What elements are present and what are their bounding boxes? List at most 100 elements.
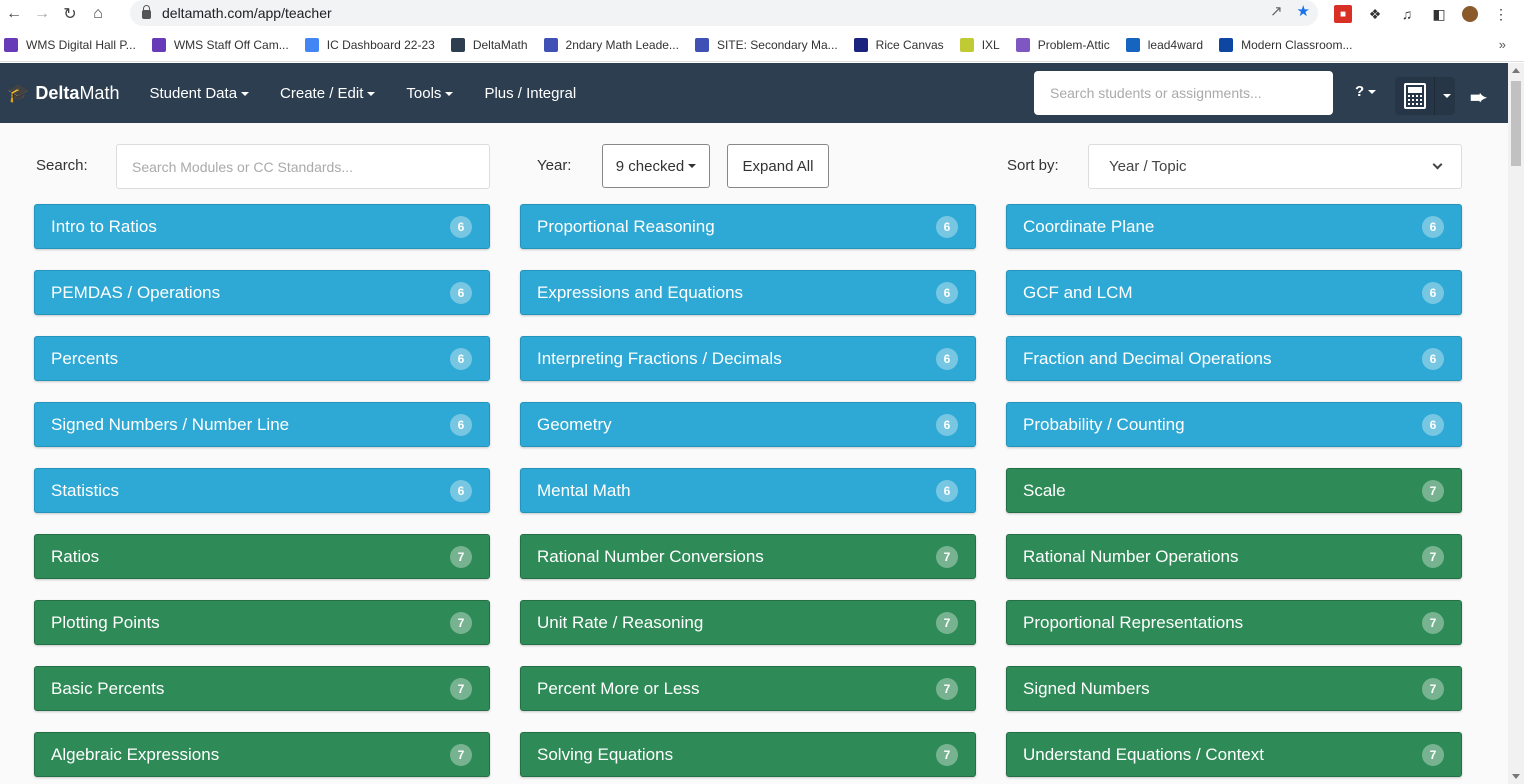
caret-down-icon (367, 91, 376, 96)
scrollbar-thumb[interactable] (1511, 81, 1521, 166)
page-scrollbar[interactable] (1508, 63, 1524, 784)
module-search-input[interactable] (116, 144, 490, 189)
bookmark-item[interactable]: WMS Staff Off Cam... (151, 37, 289, 52)
expand-all-button[interactable]: Expand All (727, 144, 829, 188)
module-name: PEMDAS / Operations (51, 282, 221, 302)
bookmark-favicon-icon (853, 37, 868, 52)
bookmark-favicon-icon (450, 37, 465, 52)
module-tile[interactable]: Geometry 6 (520, 402, 976, 447)
module-tile[interactable]: Scale 7 (1006, 468, 1462, 513)
module-tile[interactable]: GCF and LCM 6 (1006, 270, 1462, 315)
bookmark-item[interactable]: SITE: Secondary Ma... (694, 37, 838, 52)
module-tile[interactable]: Solving Equations 7 (520, 732, 976, 777)
module-tile[interactable]: Ratios 7 (34, 534, 490, 579)
graduation-cap-icon: 🎓 (7, 82, 30, 103)
module-tile[interactable]: Proportional Representations 7 (1006, 600, 1462, 645)
bookmark-star-icon[interactable]: ★ (1297, 2, 1310, 20)
nav-link-create-edit[interactable]: Create / Edit (280, 85, 376, 102)
nav-link-label: Tools (406, 84, 442, 102)
bookmark-favicon-icon (543, 37, 558, 52)
more-bookmarks-button[interactable]: » (1499, 37, 1506, 52)
module-tile[interactable]: PEMDAS / Operations 6 (34, 270, 490, 315)
extensions-puzzle-icon[interactable]: ❖ (1366, 5, 1384, 23)
student-assignment-search-input[interactable] (1034, 71, 1333, 115)
bookmark-item[interactable]: IC Dashboard 22-23 (304, 37, 435, 52)
module-tile[interactable]: Intro to Ratios 6 (34, 204, 490, 249)
grade-year-badge: 6 (450, 347, 472, 370)
module-tile[interactable]: Rational Number Conversions 7 (520, 534, 976, 579)
module-tile[interactable]: Coordinate Plane 6 (1006, 204, 1462, 249)
grade-year-badge: 7 (1422, 677, 1444, 700)
module-tile[interactable]: Proportional Reasoning 6 (520, 204, 976, 249)
module-tile[interactable]: Plotting Points 7 (34, 600, 490, 645)
module-tile[interactable]: Signed Numbers 7 (1006, 666, 1462, 711)
module-name: GCF and LCM (1023, 282, 1133, 302)
bookmark-item[interactable]: lead4ward (1125, 37, 1203, 52)
grade-year-badge: 7 (1422, 479, 1444, 502)
grade-year-badge: 7 (1422, 545, 1444, 568)
bookmark-item[interactable]: 2ndary Math Leade... (543, 37, 679, 52)
caret-down-icon (241, 91, 250, 96)
sort-by-select[interactable]: Year / Topic (1088, 144, 1462, 189)
nav-link-student-data[interactable]: Student Data (149, 85, 250, 102)
module-tile[interactable]: Statistics 6 (34, 468, 490, 513)
module-tile[interactable]: Probability / Counting 6 (1006, 402, 1462, 447)
module-tile[interactable]: Understand Equations / Context 7 (1006, 732, 1462, 777)
grade-year-badge: 7 (936, 611, 958, 634)
bookmark-item[interactable]: Rice Canvas (853, 37, 944, 52)
forward-icon[interactable]: → (28, 0, 56, 28)
url-text[interactable]: deltamath.com/app/teacher (162, 5, 332, 21)
caret-down-icon (1443, 94, 1451, 98)
chevron-down-icon (1432, 159, 1443, 170)
module-tile[interactable]: Percent More or Less 7 (520, 666, 976, 711)
bookmark-item[interactable]: Problem-Attic (1015, 37, 1110, 52)
scroll-down-arrow-icon[interactable] (1512, 774, 1520, 779)
calculator-dropdown-toggle[interactable] (1435, 77, 1455, 115)
grade-year-badge: 6 (1422, 413, 1444, 436)
nav-link-label: Plus / Integral (484, 84, 577, 102)
bookmark-item[interactable]: Modern Classroom... (1219, 37, 1352, 52)
bookmark-item[interactable]: WMS Digital Hall P... (4, 37, 136, 52)
module-tile[interactable]: Expressions and Equations 6 (520, 270, 976, 315)
side-panel-icon[interactable]: ◧ (1430, 5, 1448, 23)
module-tile[interactable]: Mental Math 6 (520, 468, 976, 513)
module-tile[interactable]: Rational Number Operations 7 (1006, 534, 1462, 579)
logout-icon[interactable]: ➨ (1470, 85, 1487, 110)
grade-year-badge: 6 (1422, 215, 1444, 238)
back-icon[interactable]: ← (0, 0, 28, 28)
module-tile[interactable]: Signed Numbers / Number Line 6 (34, 402, 490, 447)
profile-avatar[interactable] (1462, 6, 1478, 22)
help-dropdown[interactable]: ? (1355, 83, 1377, 100)
bookmark-item[interactable]: DeltaMath (450, 37, 528, 52)
scroll-up-arrow-icon[interactable] (1512, 68, 1520, 73)
module-name: Basic Percents (51, 678, 165, 698)
nav-link-plus-integral[interactable]: Plus / Integral (484, 85, 576, 102)
reload-icon[interactable]: ↻ (56, 0, 84, 28)
module-name: Understand Equations / Context (1023, 744, 1264, 764)
more-menu-icon[interactable]: ⋮ (1492, 5, 1510, 23)
module-tile[interactable]: Basic Percents 7 (34, 666, 490, 711)
media-queue-icon[interactable]: ♫ (1398, 5, 1416, 23)
calculator-button[interactable] (1395, 77, 1435, 115)
module-name: Ratios (51, 546, 100, 566)
grade-year-badge: 7 (1422, 611, 1444, 634)
share-icon[interactable]: ↗ (1270, 2, 1283, 20)
grade-year-badge: 7 (936, 545, 958, 568)
deltamath-logo[interactable]: 🎓 Delta Math (7, 83, 119, 104)
grade-year-badge: 7 (450, 677, 472, 700)
address-bar[interactable]: deltamath.com/app/teacher ↗ ★ (130, 0, 1318, 26)
module-name: Rational Number Conversions (537, 546, 764, 566)
module-tile[interactable]: Unit Rate / Reasoning 7 (520, 600, 976, 645)
lock-icon (142, 4, 151, 19)
module-tile[interactable]: Interpreting Fractions / Decimals 6 (520, 336, 976, 381)
nav-link-tools[interactable]: Tools (406, 84, 454, 102)
module-name: Plotting Points (51, 612, 160, 632)
home-icon[interactable]: ⌂ (84, 0, 112, 28)
bookmark-item[interactable]: IXL (959, 37, 1000, 52)
extension-red-icon[interactable]: ■ (1334, 5, 1352, 23)
year-filter-dropdown[interactable]: 9 checked (602, 144, 710, 188)
module-tile[interactable]: Percents 6 (34, 336, 490, 381)
module-tile[interactable]: Fraction and Decimal Operations 6 (1006, 336, 1462, 381)
bookmark-label: WMS Staff Off Cam... (173, 37, 289, 52)
module-tile[interactable]: Algebraic Expressions 7 (34, 732, 490, 777)
